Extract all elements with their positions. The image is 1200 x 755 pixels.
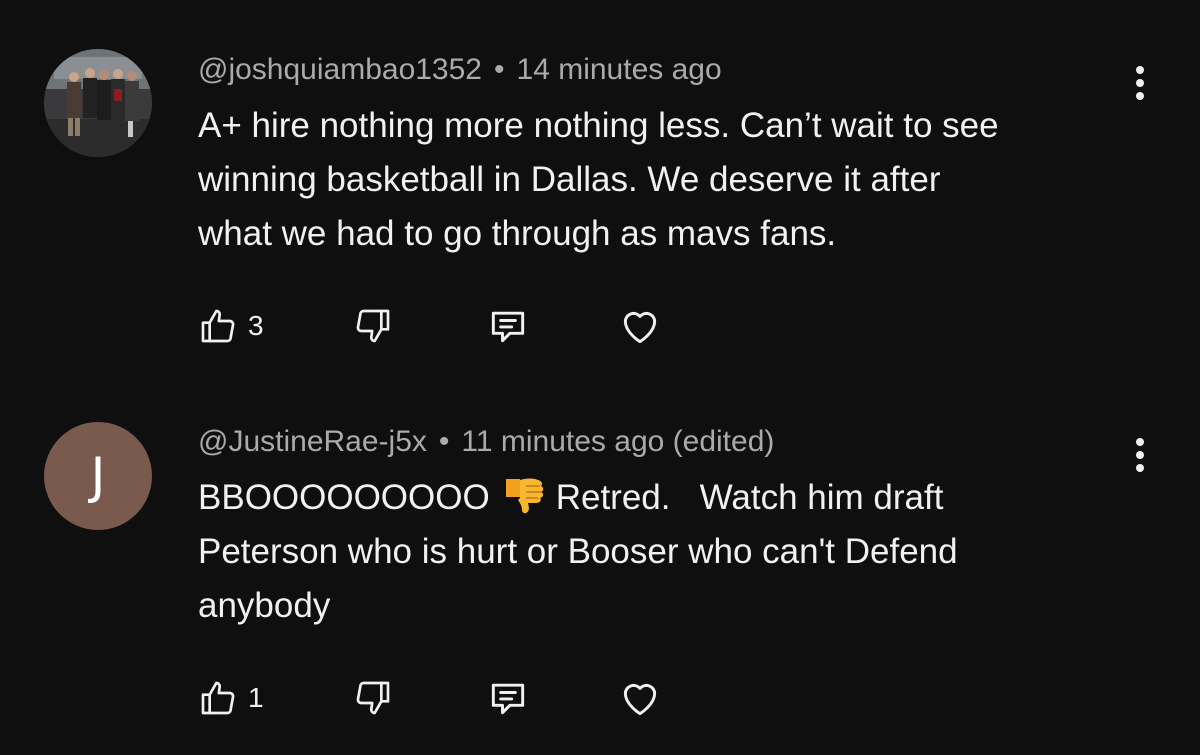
comment-actions: 3	[198, 304, 678, 348]
dislike-button[interactable]	[353, 304, 393, 348]
like-count: 3	[248, 310, 264, 341]
more-vert-icon[interactable]	[1132, 66, 1148, 100]
separator-dot: •	[438, 425, 450, 458]
comment-text-start: BBOOOOOOOOO	[198, 478, 490, 517]
comment-line: Peterson who is hurt or Booser who can't…	[198, 532, 958, 571]
avatar-letter: J	[90, 447, 106, 505]
thumbs-down-icon	[356, 681, 390, 715]
comment-timestamp[interactable]: 14 minutes ago	[517, 53, 722, 86]
heart-icon	[623, 683, 657, 716]
like-button[interactable]: 1	[198, 676, 264, 720]
thumbs-down-icon	[356, 309, 390, 343]
thumbs-up-icon	[201, 681, 235, 715]
avatar-photo	[44, 49, 152, 157]
avatar[interactable]: J	[44, 422, 152, 530]
avatar[interactable]	[44, 49, 152, 157]
comment-line: what we had to go through as mavs fans.	[198, 214, 837, 253]
separator-dot: •	[494, 53, 505, 86]
reply-button[interactable]	[486, 304, 530, 348]
comment-line: A+ hire nothing more nothing less. Can’t…	[198, 106, 999, 145]
heart-button[interactable]	[618, 304, 662, 348]
comment-line: BBOOOOOOOOO Retred. Watch him draft	[198, 471, 1138, 525]
reply-icon	[491, 311, 525, 343]
comment-text-end: Retred. Watch him draft	[555, 478, 944, 517]
comment-author[interactable]: @JustineRae-j5x	[198, 425, 427, 458]
comment-line: anybody	[198, 586, 331, 625]
thumbs-up-icon	[201, 309, 235, 343]
reply-button[interactable]	[486, 676, 530, 720]
heart-button[interactable]	[618, 676, 662, 720]
comment-body: A+ hire nothing more nothing less. Can’t…	[198, 99, 1138, 261]
comment-header: @joshquiambao1352 • 14 minutes ago	[198, 53, 722, 87]
thumbs-down-emoji	[505, 478, 543, 514]
comment-line: winning basketball in Dallas. We deserve…	[198, 160, 941, 199]
dislike-button[interactable]	[353, 676, 393, 720]
comment-header: @JustineRae-j5x • 11 minutes ago (edited)	[198, 425, 774, 459]
comment-1: @joshquiambao1352 • 14 minutes ago A+ hire…	[0, 0, 1200, 372]
comment-actions: 1	[198, 676, 678, 720]
like-button[interactable]: 3	[198, 304, 264, 348]
comment-2: J @JustineRae-j5x • 11 minutes ago (edited…	[0, 372, 1200, 755]
comment-timestamp[interactable]: 11 minutes ago (edited)	[461, 425, 774, 458]
heart-icon	[623, 311, 657, 344]
comment-body: BBOOOOOOOOO Retred. Watch him draft Pete…	[198, 471, 1138, 633]
more-vert-icon[interactable]	[1132, 438, 1148, 472]
reply-icon	[491, 683, 525, 715]
comment-author[interactable]: @joshquiambao1352	[198, 53, 482, 86]
like-count: 1	[248, 682, 264, 713]
